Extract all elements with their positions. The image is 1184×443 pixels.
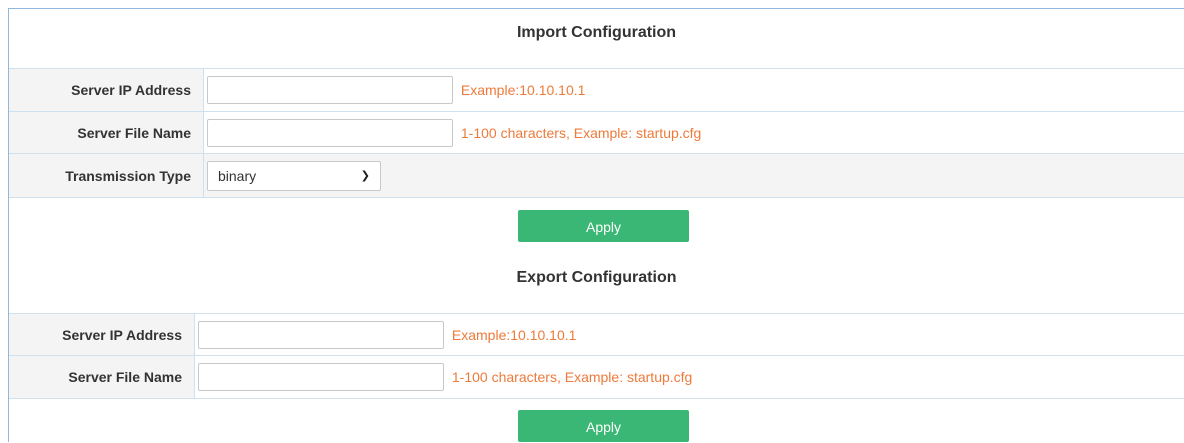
- export-apply-button[interactable]: Apply: [518, 410, 689, 442]
- import-file-name-input[interactable]: [207, 119, 453, 147]
- export-form: Server IP Address Example:10.10.10.1 Ser…: [9, 313, 1184, 399]
- import-file-name-label: Server File Name: [9, 112, 204, 154]
- import-transmission-label: Transmission Type: [9, 154, 204, 198]
- transmission-type-value: binary: [218, 168, 256, 184]
- transmission-type-select[interactable]: binary ❯: [207, 161, 381, 191]
- export-file-name-row: Server File Name 1-100 characters, Examp…: [9, 356, 1184, 399]
- export-title: Export Configuration: [9, 269, 1184, 289]
- export-server-ip-hint: Example:10.10.10.1: [452, 327, 577, 343]
- chevron-down-icon: ❯: [361, 162, 370, 190]
- export-server-ip-cell: Example:10.10.10.1: [195, 314, 1184, 356]
- export-file-name-label: Server File Name: [9, 356, 195, 399]
- import-server-ip-row: Server IP Address Example:10.10.10.1: [9, 69, 1184, 112]
- import-server-ip-input[interactable]: [207, 76, 453, 104]
- import-server-ip-cell: Example:10.10.10.1: [204, 69, 1184, 112]
- export-server-ip-input[interactable]: [198, 321, 444, 349]
- import-apply-button[interactable]: Apply: [518, 210, 689, 242]
- export-file-name-hint: 1-100 characters, Example: startup.cfg: [452, 369, 692, 385]
- import-server-ip-hint: Example:10.10.10.1: [461, 82, 586, 98]
- import-transmission-row: Transmission Type binary ❯: [9, 154, 1184, 198]
- import-file-name-cell: 1-100 characters, Example: startup.cfg: [204, 112, 1184, 154]
- import-server-ip-label: Server IP Address: [9, 69, 204, 112]
- import-file-name-row: Server File Name 1-100 characters, Examp…: [9, 112, 1184, 154]
- export-server-ip-label: Server IP Address: [9, 314, 195, 356]
- import-title: Import Configuration: [9, 24, 1184, 44]
- import-transmission-cell: binary ❯: [204, 154, 1184, 198]
- export-file-name-cell: 1-100 characters, Example: startup.cfg: [195, 356, 1184, 399]
- config-panel: Import Configuration Server IP Address E…: [8, 8, 1184, 442]
- export-server-ip-row: Server IP Address Example:10.10.10.1: [9, 314, 1184, 356]
- import-file-name-hint: 1-100 characters, Example: startup.cfg: [461, 125, 701, 141]
- import-form: Server IP Address Example:10.10.10.1 Ser…: [9, 68, 1184, 198]
- export-file-name-input[interactable]: [198, 363, 444, 391]
